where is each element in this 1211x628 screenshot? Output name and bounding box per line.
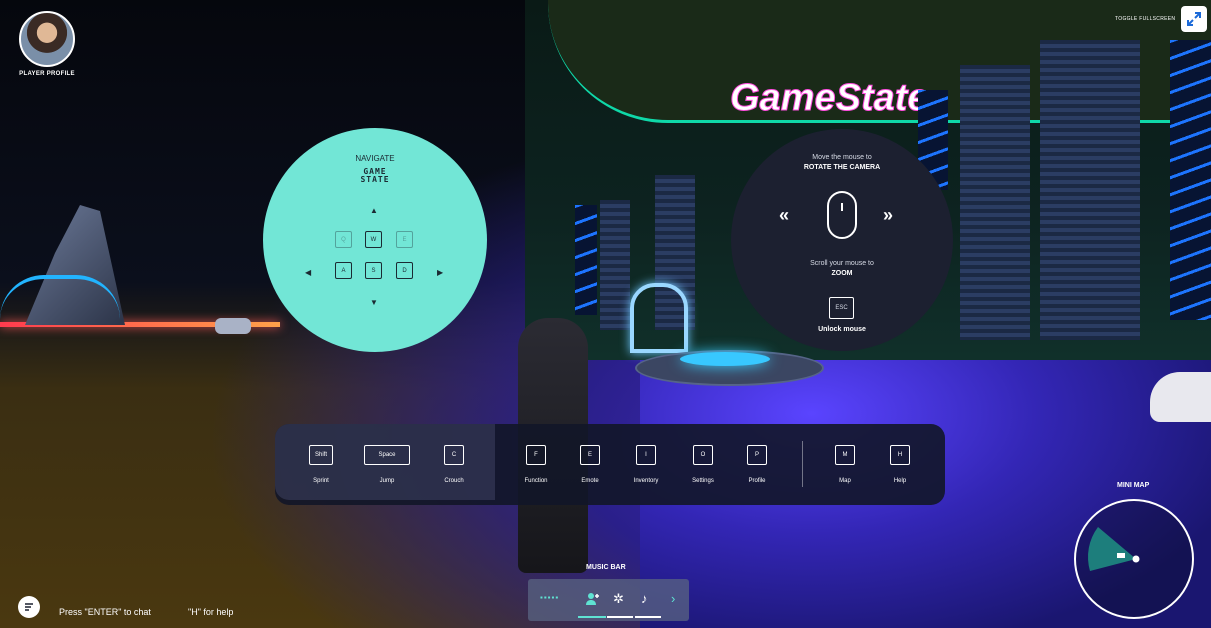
dancer-icon[interactable]: ✲ — [613, 591, 624, 607]
control-sprint[interactable]: Shift Sprint — [306, 445, 336, 484]
control-inventory[interactable]: I Inventory — [627, 445, 665, 484]
control-function[interactable]: F Function — [518, 445, 554, 484]
key-m: M — [835, 445, 855, 465]
key-p: P — [747, 445, 767, 465]
control-label: Sprint — [313, 478, 329, 484]
control-label: Map — [839, 478, 851, 484]
help-hint: "H" for help — [188, 607, 234, 617]
control-jump[interactable]: Space Jump — [363, 445, 411, 484]
tab-indicator — [635, 616, 661, 618]
camera-instructions-panel: Move the mouse to ROTATE THE CAMERA « » … — [731, 129, 953, 351]
svg-text:GameState: GameState — [730, 77, 929, 119]
key-f: F — [526, 445, 546, 465]
unlock-mouse-label: Unlock mouse — [818, 326, 866, 333]
control-label: Inventory — [633, 478, 659, 484]
camera-hint: Move the mouse to — [812, 154, 872, 161]
control-label: Function — [524, 478, 548, 484]
logo-line: STATE — [360, 175, 390, 184]
navigate-title: NAVIGATE — [355, 154, 395, 163]
key-q: Q — [335, 231, 352, 248]
chevron-right-icon[interactable]: › — [671, 591, 675, 606]
arrow-right-icon: ▶ — [437, 268, 444, 277]
key-o: O — [693, 445, 713, 465]
active-tab-indicator — [578, 616, 606, 618]
control-emote[interactable]: E Emote — [577, 445, 603, 484]
avatar[interactable] — [19, 11, 75, 67]
building-panel — [960, 65, 1030, 340]
key-c: C — [444, 445, 464, 465]
fullscreen-label: TOGGLE FULLSCREEN — [1115, 16, 1176, 22]
car — [1150, 372, 1211, 422]
player-profile-label: PLAYER PROFILE — [19, 71, 75, 77]
control-settings[interactable]: O Settings — [686, 445, 720, 484]
minimap-label: MINI MAP — [1117, 482, 1150, 489]
expand-arrows-icon — [1187, 12, 1201, 26]
music-note-icon[interactable]: ♪ — [641, 591, 648, 606]
key-e: E — [580, 445, 600, 465]
tab-indicator — [607, 616, 633, 618]
chat-bubble-icon[interactable] — [18, 596, 40, 618]
key-space: Space — [364, 445, 410, 465]
control-profile[interactable]: P Profile — [744, 445, 770, 484]
control-map[interactable]: M Map — [832, 445, 858, 484]
platform-light — [680, 352, 770, 366]
control-help[interactable]: H Help — [887, 445, 913, 484]
fullscreen-button[interactable] — [1181, 6, 1207, 32]
arrow-down-icon: ▼ — [370, 298, 378, 307]
building-panel — [600, 200, 630, 330]
arrow-left-icon: ◀ — [305, 268, 312, 277]
gamestate-logo: GAME STATE — [263, 168, 487, 184]
music-bar: ▪▪▪▪▪ ✲ ♪ › — [528, 579, 689, 621]
player-profile[interactable]: PLAYER PROFILE — [18, 11, 76, 77]
key-esc: ESC — [829, 297, 854, 319]
key-w: W — [365, 231, 382, 248]
key-shift: Shift — [309, 445, 333, 465]
controls-bar: Shift Sprint Space Jump C Crouch F Funct… — [275, 424, 945, 505]
equalizer-icon[interactable]: ▪▪▪▪▪ — [540, 593, 559, 602]
chevrons-left-icon: « — [779, 205, 790, 225]
building-stripes — [1170, 40, 1211, 320]
key-i: I — [636, 445, 656, 465]
music-bar-label: MUSIC BAR — [586, 564, 626, 571]
control-label: Jump — [379, 478, 395, 484]
control-label: Profile — [748, 478, 766, 484]
neon-sign: GameState — [730, 77, 930, 120]
car — [215, 318, 251, 334]
control-label: Crouch — [444, 478, 464, 484]
control-label: Emote — [581, 478, 599, 484]
key-a: A — [335, 262, 352, 279]
control-label: Settings — [692, 478, 714, 484]
key-e: E — [396, 231, 413, 248]
minimap[interactable] — [1074, 499, 1194, 619]
key-s: S — [365, 262, 382, 279]
camera-hint-strong: ROTATE THE CAMERA — [803, 164, 881, 171]
mouse-icon — [827, 191, 857, 239]
chevrons-right-icon: » — [883, 205, 894, 225]
zoom-hint-strong: ZOOM — [831, 270, 853, 277]
game-scene[interactable]: GameState — [0, 0, 1211, 628]
add-user-icon[interactable] — [585, 591, 601, 610]
portal — [630, 283, 688, 353]
control-crouch[interactable]: C Crouch — [439, 445, 469, 484]
key-h: H — [890, 445, 910, 465]
building-stripes — [575, 205, 597, 315]
zoom-hint: Scroll your mouse to — [810, 260, 874, 267]
minimap-view-cone — [1088, 527, 1140, 571]
arrow-up-icon: ▲ — [370, 206, 378, 215]
chat-hint: Press "ENTER" to chat — [59, 607, 151, 617]
navigate-panel: NAVIGATE GAME STATE ▲ ▼ ◀ ▶ Q W E A S D — [263, 128, 487, 352]
controls-divider — [802, 441, 803, 487]
control-label: Help — [893, 478, 907, 484]
key-d: D — [396, 262, 413, 279]
building-panel — [1040, 40, 1140, 340]
